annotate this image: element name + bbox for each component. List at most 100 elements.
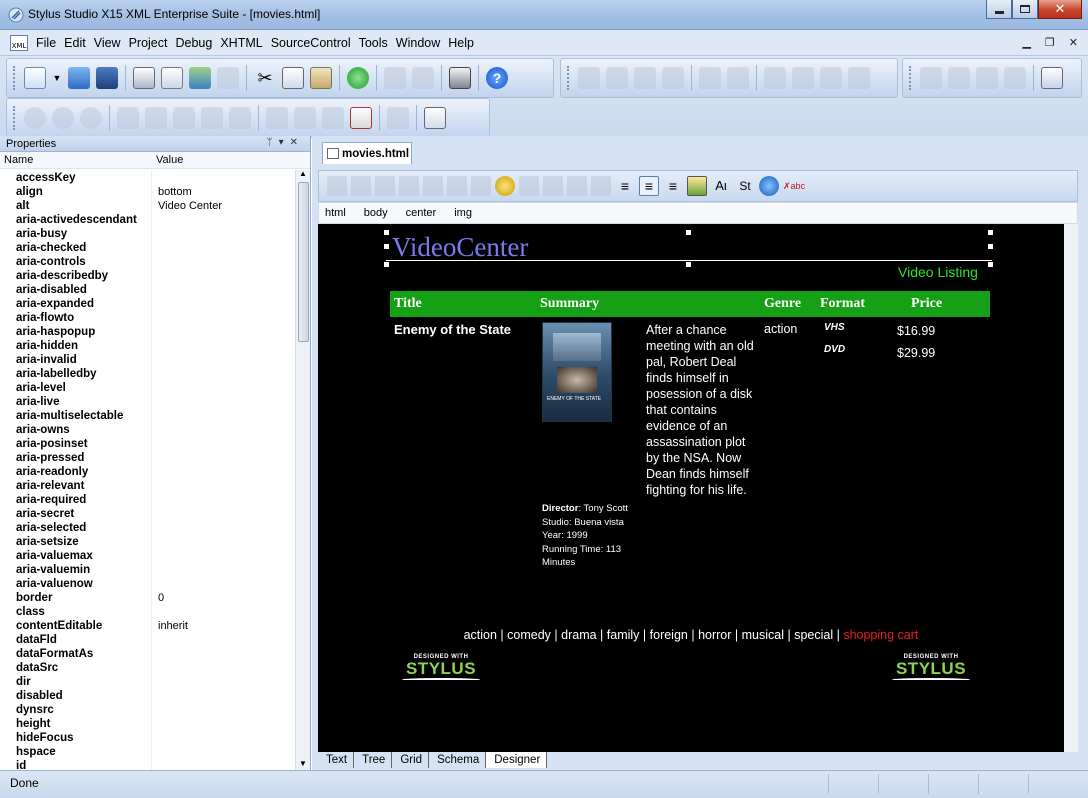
- mdi-minimize-icon[interactable]: ▁: [1022, 36, 1030, 49]
- property-value[interactable]: [152, 227, 158, 241]
- step-icon[interactable]: [145, 107, 167, 129]
- property-row[interactable]: aria-describedby: [0, 269, 295, 283]
- toolbar-grip[interactable]: [13, 66, 17, 90]
- close-window-button[interactable]: ✕: [1038, 0, 1082, 19]
- property-value[interactable]: [152, 563, 158, 577]
- font-size-icon[interactable]: [375, 176, 395, 196]
- run-to-cursor-icon[interactable]: [662, 67, 684, 89]
- new-window-icon[interactable]: [161, 67, 183, 89]
- property-row[interactable]: aria-level: [0, 381, 295, 395]
- indent-icon[interactable]: [591, 176, 611, 196]
- property-value[interactable]: [152, 283, 158, 297]
- windows-icon[interactable]: [322, 107, 344, 129]
- subscript-icon[interactable]: St: [735, 176, 755, 196]
- copy-icon[interactable]: [282, 67, 304, 89]
- comment-icon[interactable]: [764, 67, 786, 89]
- menu-project[interactable]: Project: [125, 36, 172, 50]
- menu-view[interactable]: View: [90, 36, 125, 50]
- align-left-icon[interactable]: ≡: [615, 176, 635, 196]
- property-value[interactable]: bottom: [152, 185, 192, 199]
- property-row[interactable]: border 0: [0, 591, 295, 605]
- add-document-icon[interactable]: [1041, 67, 1063, 89]
- property-row[interactable]: aria-relevant: [0, 479, 295, 493]
- step-into-icon[interactable]: [578, 67, 600, 89]
- cut-icon[interactable]: ✂: [254, 67, 276, 89]
- property-row[interactable]: height: [0, 717, 295, 731]
- jump-icon[interactable]: [229, 107, 251, 129]
- dropdown-arrow-icon[interactable]: ▼: [52, 67, 62, 89]
- property-value[interactable]: [152, 437, 158, 451]
- toolbar-grip[interactable]: [567, 66, 571, 90]
- scroll-down-icon[interactable]: ▼: [299, 759, 307, 768]
- property-value[interactable]: [152, 647, 158, 661]
- print-icon[interactable]: [449, 67, 471, 89]
- genre-link[interactable]: comedy: [507, 628, 551, 642]
- property-value[interactable]: [152, 521, 158, 535]
- property-row[interactable]: aria-required: [0, 493, 295, 507]
- globe-icon[interactable]: [759, 176, 779, 196]
- refresh-icon[interactable]: [347, 67, 369, 89]
- font-icon[interactable]: [351, 176, 371, 196]
- validate-schema-icon[interactable]: [948, 67, 970, 89]
- step-over-icon[interactable]: [173, 107, 195, 129]
- property-row[interactable]: aria-selected: [0, 521, 295, 535]
- bold-icon[interactable]: [423, 176, 443, 196]
- videocenter-logo[interactable]: VideoCenter: [392, 232, 528, 263]
- undo-icon[interactable]: [384, 67, 406, 89]
- tab-designer[interactable]: Designer: [486, 752, 548, 768]
- pause-icon[interactable]: [52, 107, 74, 129]
- property-value[interactable]: [152, 731, 158, 745]
- indent-icon[interactable]: [848, 67, 870, 89]
- window-icon[interactable]: [294, 107, 316, 129]
- tab-movies-html[interactable]: movies.html: [322, 142, 412, 164]
- property-row[interactable]: aria-invalid: [0, 353, 295, 367]
- property-row[interactable]: aria-hidden: [0, 339, 295, 353]
- property-row[interactable]: dataSrc: [0, 661, 295, 675]
- property-row[interactable]: aria-busy: [0, 227, 295, 241]
- property-row[interactable]: aria-owns: [0, 423, 295, 437]
- property-value[interactable]: [152, 675, 158, 689]
- genre-link[interactable]: musical: [742, 628, 784, 642]
- check-wellformed-icon[interactable]: [1004, 67, 1026, 89]
- property-value[interactable]: [152, 577, 158, 591]
- scroll-thumb[interactable]: [298, 182, 309, 342]
- resize-handle[interactable]: [384, 244, 389, 249]
- numbered-list-icon[interactable]: [543, 176, 563, 196]
- property-row[interactable]: dir: [0, 675, 295, 689]
- menu-help[interactable]: Help: [444, 36, 478, 50]
- open-folder-icon[interactable]: [68, 67, 90, 89]
- validate-icon[interactable]: [920, 67, 942, 89]
- resize-handle[interactable]: [384, 262, 389, 267]
- property-row[interactable]: aria-valuemax: [0, 549, 295, 563]
- property-value[interactable]: [152, 423, 158, 437]
- step-over-icon[interactable]: [606, 67, 628, 89]
- property-value[interactable]: [152, 395, 158, 409]
- import-icon[interactable]: [189, 67, 211, 89]
- property-value[interactable]: [152, 409, 158, 423]
- stop-icon[interactable]: [80, 107, 102, 129]
- property-row[interactable]: dynsrc: [0, 703, 295, 717]
- designed-with-stylus-badge[interactable]: DESIGNED WITH STYLUS: [396, 654, 486, 681]
- genre-link[interactable]: special: [794, 628, 833, 642]
- tab-tree[interactable]: Tree: [354, 752, 393, 768]
- pointer-icon[interactable]: [424, 107, 446, 129]
- property-value[interactable]: [152, 479, 158, 493]
- property-value[interactable]: 0: [152, 591, 164, 605]
- toolbar-grip[interactable]: [13, 106, 17, 130]
- genre-link[interactable]: drama: [561, 628, 596, 642]
- genre-link[interactable]: action: [464, 628, 497, 642]
- property-row[interactable]: aria-haspopup: [0, 325, 295, 339]
- movie-poster[interactable]: ENEMY OF THE STATE: [542, 322, 612, 422]
- property-row[interactable]: aria-valuenow: [0, 577, 295, 591]
- property-value[interactable]: [152, 745, 158, 759]
- export-icon[interactable]: [217, 67, 239, 89]
- property-value[interactable]: [152, 451, 158, 465]
- menu-xhtml[interactable]: XHTML: [216, 36, 266, 50]
- next-icon[interactable]: [820, 67, 842, 89]
- property-row[interactable]: class: [0, 605, 295, 619]
- property-value[interactable]: [152, 689, 158, 703]
- property-value[interactable]: [152, 241, 158, 255]
- watch-icon[interactable]: [699, 67, 721, 89]
- property-value[interactable]: [152, 325, 158, 339]
- mdi-restore-icon[interactable]: ❐: [1045, 36, 1055, 49]
